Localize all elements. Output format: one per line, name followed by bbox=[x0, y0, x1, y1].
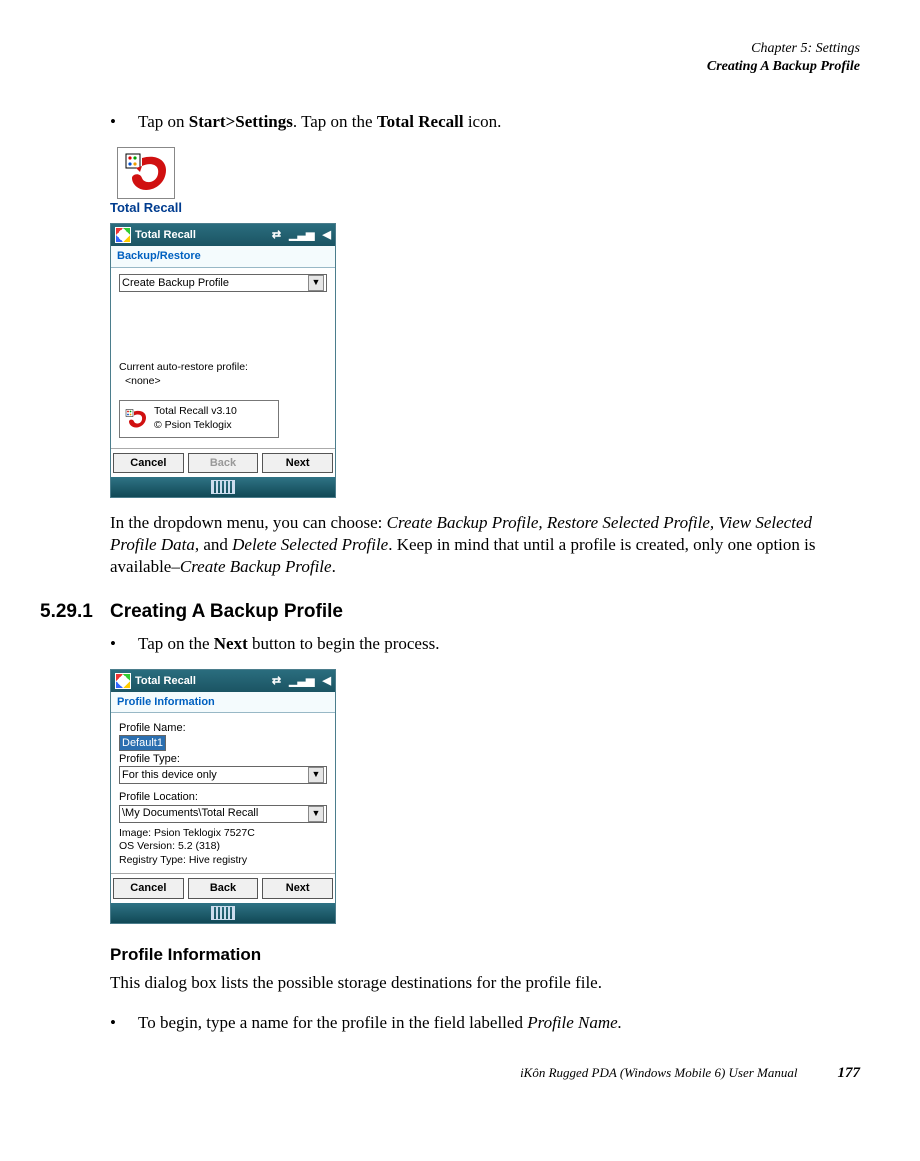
total-recall-small-icon bbox=[124, 408, 148, 430]
dropdown-value: For this device only bbox=[122, 768, 217, 782]
cancel-button[interactable]: Cancel bbox=[113, 453, 184, 473]
dropdown-value: \My Documents\Total Recall bbox=[122, 806, 258, 820]
dropdown-value: Create Backup Profile bbox=[122, 276, 229, 290]
signal-icon: ▁▃▅ bbox=[289, 228, 314, 242]
section-title: Creating A Backup Profile bbox=[110, 600, 343, 625]
step-1-bullet: • Tap on Start>Settings. Tap on the Tota… bbox=[110, 111, 860, 133]
manual-title-footer: iKôn Rugged PDA (Windows Mobile 6) User … bbox=[520, 1065, 797, 1082]
chevron-down-icon: ▼ bbox=[308, 806, 324, 822]
profile-location-label: Profile Location: bbox=[119, 790, 327, 804]
volume-icon: ◀ bbox=[323, 674, 331, 688]
keyboard-icon[interactable] bbox=[211, 906, 235, 920]
about-version: Total Recall v3.10 bbox=[154, 405, 237, 419]
step-1-text: Tap on Start>Settings. Tap on the Total … bbox=[138, 111, 501, 133]
profile-location-dropdown[interactable]: \My Documents\Total Recall ▼ bbox=[119, 805, 327, 823]
cancel-button[interactable]: Cancel bbox=[113, 878, 184, 898]
keyboard-icon[interactable] bbox=[211, 480, 235, 494]
next-button[interactable]: Next bbox=[262, 453, 333, 473]
profile-type-dropdown[interactable]: For this device only ▼ bbox=[119, 766, 327, 784]
total-recall-icon-label: Total Recall bbox=[110, 200, 182, 217]
screenshot-profile-information: Total Recall ⇄ ▁▃▅ ◀ Profile Information… bbox=[110, 669, 336, 924]
sip-bar bbox=[111, 903, 335, 923]
step-3-text: To begin, type a name for the profile in… bbox=[138, 1012, 622, 1034]
profile-type-label: Profile Type: bbox=[119, 752, 327, 766]
chevron-down-icon: ▼ bbox=[308, 767, 324, 783]
profile-action-dropdown[interactable]: Create Backup Profile ▼ bbox=[119, 274, 327, 292]
tab-profile-information[interactable]: Profile Information bbox=[111, 692, 335, 713]
total-recall-icon-block: Total Recall bbox=[110, 147, 182, 217]
start-flag-icon bbox=[115, 673, 131, 689]
about-box: Total Recall v3.10 © Psion Teklogix bbox=[119, 400, 279, 437]
tab-backup-restore[interactable]: Backup/Restore bbox=[111, 246, 335, 267]
profile-name-input[interactable]: Default1 bbox=[119, 735, 166, 751]
wizard-buttons: Cancel Back Next bbox=[111, 873, 335, 902]
next-button[interactable]: Next bbox=[262, 878, 333, 898]
profile-name-label: Profile Name: bbox=[119, 721, 327, 735]
connectivity-icon: ⇄ bbox=[272, 228, 281, 242]
wizard-buttons: Cancel Back Next bbox=[111, 448, 335, 477]
window-title: Total Recall bbox=[135, 674, 196, 688]
bullet-marker: • bbox=[110, 1012, 138, 1034]
page-footer: iKôn Rugged PDA (Windows Mobile 6) User … bbox=[40, 1064, 860, 1084]
step-2-bullet: • Tap on the Next button to begin the pr… bbox=[110, 633, 860, 655]
back-button[interactable]: Back bbox=[188, 878, 259, 898]
chapter-line: Chapter 5: Settings bbox=[40, 40, 860, 58]
section-line: Creating A Backup Profile bbox=[40, 58, 860, 76]
chevron-down-icon: ▼ bbox=[308, 275, 324, 291]
section-number: 5.29.1 bbox=[40, 600, 110, 625]
window-title: Total Recall bbox=[135, 228, 196, 242]
auto-restore-label: Current auto-restore profile: bbox=[119, 361, 327, 375]
titlebar-status-icons: ⇄ ▁▃▅ ◀ bbox=[272, 674, 331, 688]
registry-type-info: Registry Type: Hive registry bbox=[119, 854, 327, 868]
start-flag-icon bbox=[115, 227, 131, 243]
total-recall-icon[interactable] bbox=[117, 147, 175, 199]
titlebar-status-icons: ⇄ ▁▃▅ ◀ bbox=[272, 228, 331, 242]
section-heading: 5.29.1 Creating A Backup Profile bbox=[40, 600, 860, 625]
connectivity-icon: ⇄ bbox=[272, 674, 281, 688]
window-titlebar: Total Recall ⇄ ▁▃▅ ◀ bbox=[111, 670, 335, 692]
step-3-bullet: • To begin, type a name for the profile … bbox=[110, 1012, 860, 1034]
bullet-marker: • bbox=[110, 111, 138, 133]
image-info: Image: Psion Teklogix 7527C bbox=[119, 827, 327, 841]
page-number: 177 bbox=[838, 1064, 861, 1084]
profile-info-paragraph: This dialog box lists the possible stora… bbox=[110, 972, 850, 994]
dropdown-note: In the dropdown menu, you can choose: Cr… bbox=[110, 512, 850, 578]
sip-bar bbox=[111, 477, 335, 497]
back-button: Back bbox=[188, 453, 259, 473]
page-header: Chapter 5: Settings Creating A Backup Pr… bbox=[40, 40, 860, 76]
os-version-info: OS Version: 5.2 (318) bbox=[119, 840, 327, 854]
about-copyright: © Psion Teklogix bbox=[154, 419, 237, 433]
profile-information-subheading: Profile Information bbox=[110, 944, 860, 966]
volume-icon: ◀ bbox=[323, 228, 331, 242]
step-2-text: Tap on the Next button to begin the proc… bbox=[138, 633, 439, 655]
auto-restore-value: <none> bbox=[125, 375, 327, 389]
bullet-marker: • bbox=[110, 633, 138, 655]
signal-icon: ▁▃▅ bbox=[289, 674, 314, 688]
screenshot-backup-restore: Total Recall ⇄ ▁▃▅ ◀ Backup/Restore Crea… bbox=[110, 223, 336, 498]
window-titlebar: Total Recall ⇄ ▁▃▅ ◀ bbox=[111, 224, 335, 246]
